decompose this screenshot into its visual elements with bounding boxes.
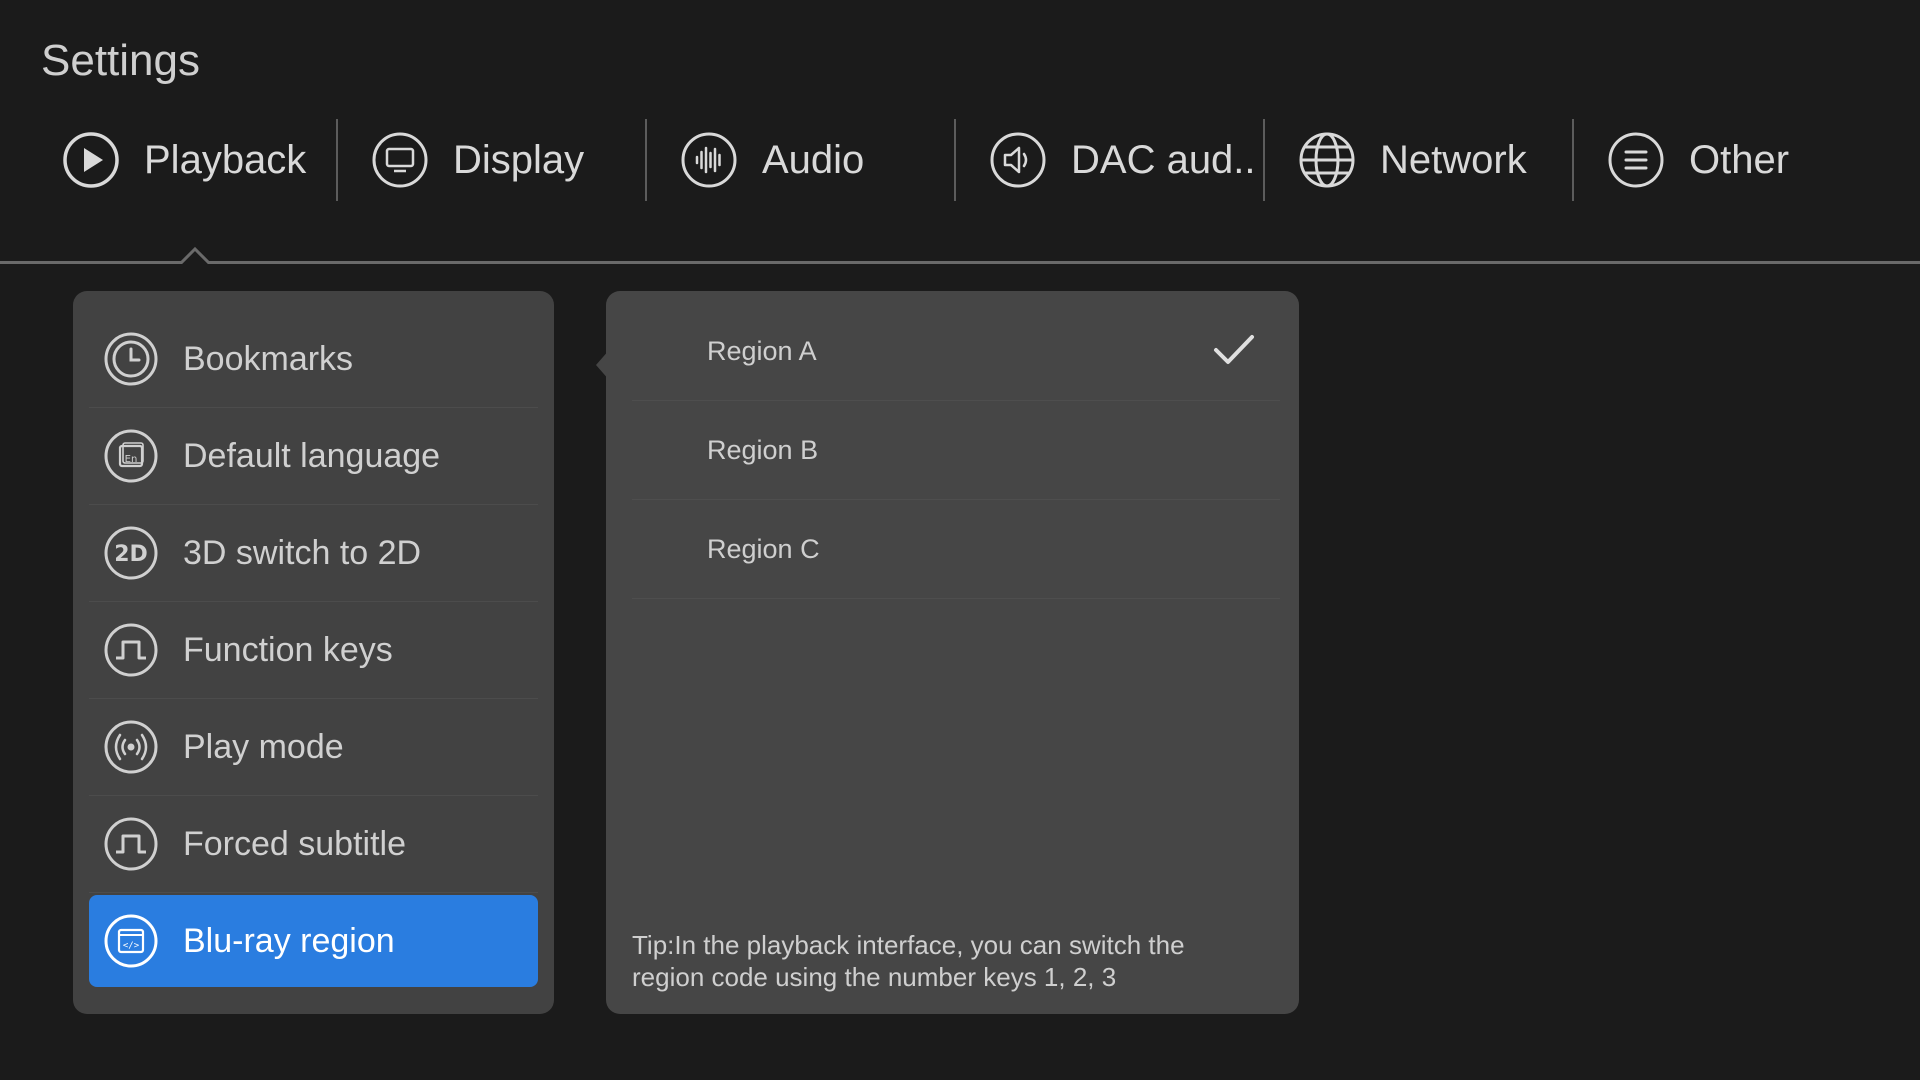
code-window-icon: </> — [103, 913, 159, 969]
tab-dac-audio[interactable]: DAC aud.. — [969, 115, 1278, 205]
globe-icon — [1298, 131, 1356, 189]
menu-item-3d-to-2d[interactable]: 2D 3D switch to 2D — [89, 505, 538, 602]
option-label: Region B — [707, 434, 819, 465]
tab-divider — [645, 119, 647, 201]
tab-audio[interactable]: Audio — [660, 115, 969, 205]
page-title: Settings — [41, 36, 200, 85]
broadcast-icon — [103, 719, 159, 775]
panel-pointer — [596, 349, 610, 381]
tab-label: Playback — [144, 137, 307, 182]
tab-label: Audio — [762, 137, 865, 182]
menu-item-forced-subtitle[interactable]: Forced subtitle — [89, 796, 538, 893]
tab-divider — [336, 119, 338, 201]
menu-item-function-keys[interactable]: Function keys — [89, 602, 538, 699]
menu-item-bookmarks[interactable]: Bookmarks — [89, 311, 538, 408]
tab-underline — [0, 261, 1920, 264]
tab-divider — [1572, 119, 1574, 201]
menu-item-label: Bookmarks — [183, 339, 354, 378]
tab-label: Display — [453, 137, 585, 182]
check-icon — [1214, 335, 1254, 364]
tab-divider — [954, 119, 956, 201]
option-label: Region C — [707, 533, 820, 564]
region-options-panel: Region A Region B Region C Tip:In the pl… — [596, 291, 1299, 1014]
tab-playback[interactable]: Playback — [42, 115, 351, 205]
svg-text:En: En — [125, 454, 138, 465]
tab-bar: Playback Display Audio DAC aud.. Network… — [0, 115, 1920, 265]
clock-icon — [103, 331, 159, 387]
tab-label: Other — [1689, 137, 1790, 182]
svg-text:</>: </> — [123, 941, 140, 951]
tab-display[interactable]: Display — [351, 115, 660, 205]
option-region-c[interactable]: Region C — [632, 500, 1280, 599]
option-region-b[interactable]: Region B — [632, 401, 1280, 500]
menu-item-play-mode[interactable]: Play mode — [89, 699, 538, 796]
menu-item-bluray-region[interactable]: </> Blu-ray region — [89, 895, 538, 987]
tab-network[interactable]: Network — [1278, 115, 1587, 205]
menu-item-label: Function keys — [183, 630, 393, 669]
menu-item-label: 3D switch to 2D — [183, 533, 422, 572]
settings-menu: Bookmarks En Default language 2D 3D swit… — [73, 291, 554, 1014]
menu-item-label: Play mode — [183, 727, 344, 766]
menu-item-label: Forced subtitle — [183, 824, 406, 863]
option-region-a[interactable]: Region A — [632, 302, 1280, 401]
2d-icon: 2D — [103, 525, 159, 581]
menu-item-label: Blu-ray region — [183, 921, 395, 960]
audio-wave-icon — [680, 131, 738, 189]
tab-divider — [1263, 119, 1265, 201]
tab-other[interactable]: Other — [1587, 115, 1896, 205]
speaker-icon — [989, 131, 1047, 189]
menu-item-label: Default language — [183, 436, 441, 475]
active-tab-indicator — [180, 246, 210, 264]
menu-item-default-language[interactable]: En Default language — [89, 408, 538, 505]
pulse-icon — [103, 816, 159, 872]
menu-lines-icon — [1607, 131, 1665, 189]
svg-text:2D: 2D — [114, 542, 148, 567]
pulse-icon — [103, 622, 159, 678]
tab-label: Network — [1380, 137, 1527, 182]
play-icon — [62, 131, 120, 189]
tab-label: DAC aud.. — [1071, 137, 1256, 182]
tip-text: Tip:In the playback interface, you can s… — [632, 930, 1185, 992]
monitor-icon — [371, 131, 429, 189]
option-label: Region A — [707, 335, 817, 366]
language-icon: En — [103, 428, 159, 484]
